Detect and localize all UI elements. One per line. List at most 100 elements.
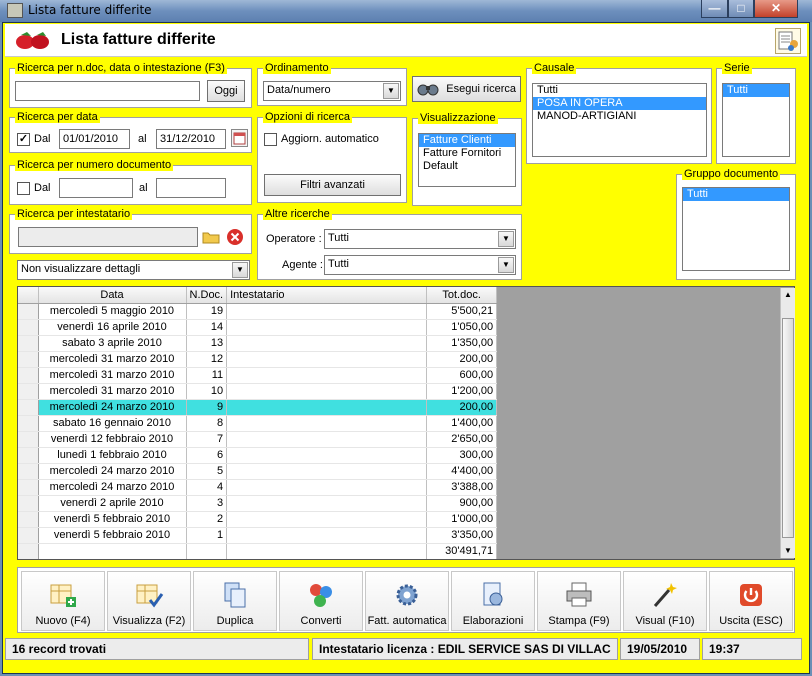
table-row[interactable]: venerdì 5 febbraio 2010 1 3'350,00 xyxy=(18,527,498,544)
column-header-owner[interactable]: Intestatario xyxy=(226,287,428,304)
number-from-checkbox[interactable] xyxy=(17,182,30,195)
table-row[interactable]: mercoledì 5 maggio 2010 19 5'500,21 xyxy=(18,303,498,320)
nuovo-button[interactable]: Nuovo (F4) xyxy=(21,571,105,631)
cell-ndoc: 12 xyxy=(186,351,228,368)
view-group: Visualizzazione Fatture Clienti Fatture F… xyxy=(412,112,522,206)
converti-button[interactable]: Converti xyxy=(279,571,363,631)
number-to-input[interactable] xyxy=(156,178,226,198)
column-header-date[interactable]: Data xyxy=(38,287,187,304)
cell-ndoc: 7 xyxy=(186,431,228,448)
cell-owner xyxy=(226,335,428,352)
date-from-checkbox[interactable]: ✓ xyxy=(17,133,30,146)
serie-listbox[interactable]: Tutti xyxy=(722,83,790,157)
cell-date: venerdì 2 aprile 2010 xyxy=(38,495,187,512)
auto-update-checkbox[interactable] xyxy=(264,133,277,146)
causale-list-item[interactable]: Tutti xyxy=(533,84,706,97)
cell-ndoc: 1 xyxy=(186,527,228,544)
converti-label: Converti xyxy=(300,615,342,627)
search-ndoc-input[interactable] xyxy=(15,81,200,101)
minimize-button[interactable]: — xyxy=(701,0,728,18)
column-header-ndoc[interactable]: N.Doc. xyxy=(186,287,228,304)
table-row[interactable]: venerdì 5 febbraio 2010 2 1'000,00 xyxy=(18,511,498,528)
details-combo[interactable]: Non visualizzare dettagli ▼ xyxy=(17,260,250,280)
search-ndoc-label: Ricerca per n.doc, data o intestazione (… xyxy=(15,62,227,74)
cell-owner xyxy=(226,351,428,368)
cell-ndoc: 10 xyxy=(186,383,228,400)
search-date-label: Ricerca per data xyxy=(15,111,100,123)
operator-combo[interactable]: Tutti ▼ xyxy=(324,229,516,249)
causale-list-item[interactable]: MANOD-ARTIGIANI xyxy=(533,110,706,123)
number-from-input[interactable] xyxy=(59,178,133,198)
table-row[interactable]: mercoledì 31 marzo 2010 10 1'200,00 xyxy=(18,383,498,400)
cell-total: 1'200,00 xyxy=(426,383,498,400)
close-button[interactable]: ✕ xyxy=(754,0,798,18)
table-row[interactable]: venerdì 16 aprile 2010 14 1'050,00 xyxy=(18,319,498,336)
operator-label: Operatore : xyxy=(266,233,322,245)
elaborazioni-button[interactable]: Elaborazioni xyxy=(451,571,535,631)
visualizza-button[interactable]: Visualizza (F2) xyxy=(107,571,191,631)
view-list-item[interactable]: Fatture Clienti xyxy=(419,134,515,147)
users-list-icon[interactable] xyxy=(775,28,801,54)
search-owner-group: Ricerca per intestatario xyxy=(9,208,252,254)
cell-total: 3'388,00 xyxy=(426,479,498,496)
cell-total: 200,00 xyxy=(426,399,498,416)
chevron-down-icon: ▼ xyxy=(498,257,514,273)
scroll-up-icon[interactable]: ▲ xyxy=(781,288,795,302)
maximize-button[interactable]: □ xyxy=(728,0,754,18)
date-from-label: Dal xyxy=(34,133,51,145)
search-number-label: Ricerca per numero documento xyxy=(15,159,174,171)
gruppo-list-item[interactable]: Tutti xyxy=(683,188,789,201)
table-row[interactable]: mercoledì 24 marzo 2010 5 4'400,00 xyxy=(18,463,498,480)
agent-combo[interactable]: Tutti ▼ xyxy=(324,255,516,275)
run-search-label: Esegui ricerca xyxy=(446,83,516,95)
table-row[interactable]: mercoledì 24 marzo 2010 9 200,00 xyxy=(18,399,498,416)
cell-date: mercoledì 31 marzo 2010 xyxy=(38,383,187,400)
view-list-item[interactable]: Default xyxy=(419,160,515,173)
table-row[interactable]: sabato 3 aprile 2010 13 1'350,00 xyxy=(18,335,498,352)
grid-scrollbar[interactable]: ▲ ▼ xyxy=(780,288,795,558)
calendar-icon[interactable] xyxy=(231,129,248,147)
date-from-input[interactable] xyxy=(59,129,130,149)
stampa-button[interactable]: Stampa (F9) xyxy=(537,571,621,631)
uscita-button[interactable]: Uscita (ESC) xyxy=(709,571,793,631)
row-indicator xyxy=(18,367,39,384)
visual-button[interactable]: Visual (F10) xyxy=(623,571,707,631)
fatt-auto-button[interactable]: Fatt. automatica xyxy=(365,571,449,631)
today-button[interactable]: Oggi xyxy=(207,80,245,102)
table-row[interactable]: mercoledì 31 marzo 2010 12 200,00 xyxy=(18,351,498,368)
serie-list-item[interactable]: Tutti xyxy=(723,84,789,97)
table-row[interactable]: venerdì 2 aprile 2010 3 900,00 xyxy=(18,495,498,512)
date-to-input[interactable] xyxy=(156,129,226,149)
cell-date: mercoledì 31 marzo 2010 xyxy=(38,351,187,368)
cell-owner xyxy=(226,527,428,544)
advanced-filters-button[interactable]: Filtri avanzati xyxy=(264,174,401,196)
process-icon xyxy=(478,580,508,610)
cell-total: 2'650,00 xyxy=(426,431,498,448)
folder-icon[interactable] xyxy=(201,227,221,247)
cell-owner xyxy=(226,383,428,400)
cell-owner xyxy=(226,511,428,528)
clear-icon[interactable] xyxy=(225,227,245,247)
view-listbox[interactable]: Fatture Clienti Fatture Fornitori Default xyxy=(418,133,516,187)
table-row[interactable]: mercoledì 24 marzo 2010 4 3'388,00 xyxy=(18,479,498,496)
ordering-combo[interactable]: Data/numero ▼ xyxy=(263,81,401,101)
causale-listbox[interactable]: Tutti POSA IN OPERA MANOD-ARTIGIANI xyxy=(532,83,707,157)
duplica-button[interactable]: Duplica xyxy=(193,571,277,631)
scroll-thumb[interactable] xyxy=(782,318,794,538)
cell-date: mercoledì 31 marzo 2010 xyxy=(38,367,187,384)
causale-list-item[interactable]: POSA IN OPERA xyxy=(533,97,706,110)
table-row[interactable]: sabato 16 gennaio 2010 8 1'400,00 xyxy=(18,415,498,432)
column-header-total[interactable]: Tot.doc. xyxy=(426,287,498,304)
table-row[interactable]: lunedì 1 febbraio 2010 6 300,00 xyxy=(18,447,498,464)
table-row[interactable]: mercoledì 31 marzo 2010 11 600,00 xyxy=(18,367,498,384)
run-search-button[interactable]: Esegui ricerca xyxy=(412,76,521,102)
serie-group: Serie Tutti xyxy=(716,62,796,164)
ordering-value: Data/numero xyxy=(267,84,331,96)
scroll-down-icon[interactable]: ▼ xyxy=(781,544,795,558)
owner-input[interactable] xyxy=(18,227,198,247)
gruppo-listbox[interactable]: Tutti xyxy=(682,187,790,271)
table-row[interactable]: venerdì 12 febbraio 2010 7 2'650,00 xyxy=(18,431,498,448)
view-grid-icon xyxy=(134,580,164,610)
cell-total: 4'400,00 xyxy=(426,463,498,480)
view-list-item[interactable]: Fatture Fornitori xyxy=(419,147,515,160)
